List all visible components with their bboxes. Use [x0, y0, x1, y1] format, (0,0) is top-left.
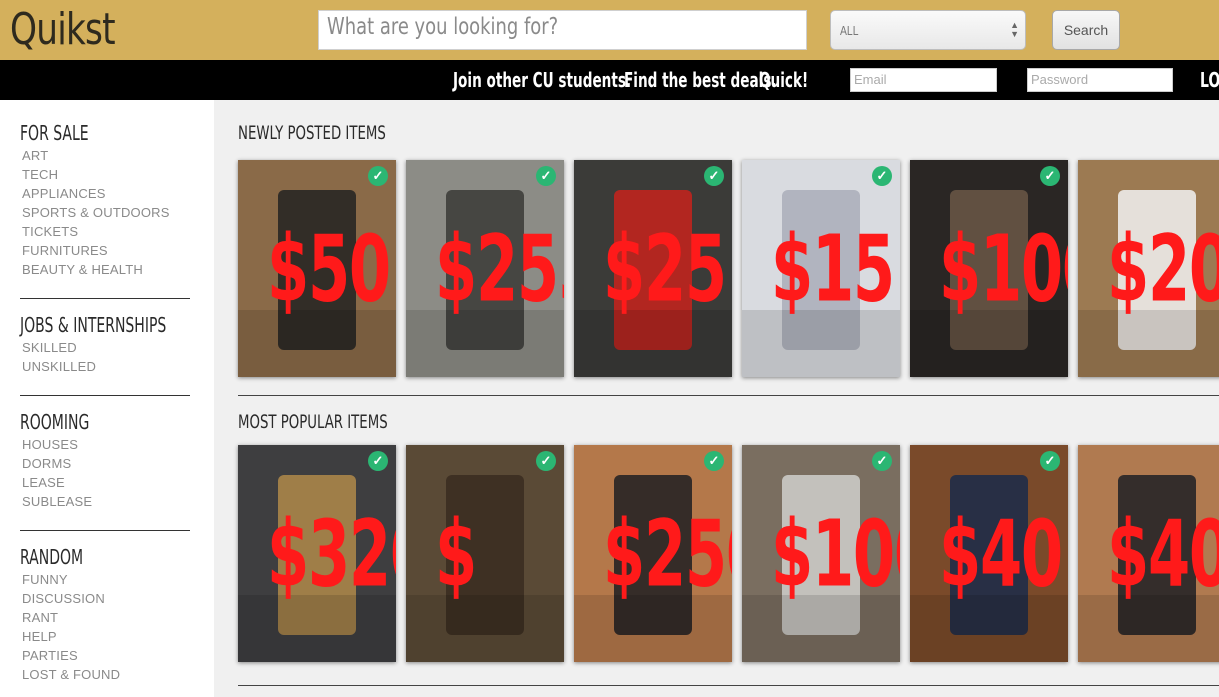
sidebar-group-random: RANDOM FUNNY DISCUSSION RANT HELP PARTIE…: [20, 544, 120, 684]
verified-check-icon: ✓: [704, 166, 724, 186]
item-card[interactable]: $100 ✓: [742, 445, 900, 662]
sidebar-heading[interactable]: RANDOM: [20, 544, 90, 570]
item-price: $40: [939, 500, 1063, 607]
item-card[interactable]: $25 ✓: [574, 160, 732, 377]
sidebar-heading[interactable]: ROOMING: [20, 409, 89, 435]
verified-check-icon: ✓: [1040, 166, 1060, 186]
sidebar-item-funny[interactable]: FUNNY: [22, 570, 120, 589]
item-card[interactable]: $50 ✓: [238, 160, 396, 377]
sidebar-item-tickets[interactable]: TICKETS: [22, 222, 170, 241]
sidebar-item-help[interactable]: HELP: [22, 627, 120, 646]
sidebar-item-rant[interactable]: RANT: [22, 608, 120, 627]
item-price: $: [435, 500, 477, 607]
sidebar-item-beauty-health[interactable]: BEAUTY & HEALTH: [22, 260, 170, 279]
search-button[interactable]: Search: [1052, 10, 1120, 50]
item-price: $40: [1107, 500, 1219, 607]
sidebar-item-discussion[interactable]: DISCUSSION: [22, 589, 120, 608]
item-price: $255: [435, 215, 564, 322]
sidebar-group-for-sale: FOR SALE ART TECH APPLIANCES SPORTS & OU…: [20, 120, 170, 279]
item-card[interactable]: $320 ✓: [238, 445, 396, 662]
sidebar-item-skilled[interactable]: SKILLED: [22, 338, 229, 357]
item-card[interactable]: $ ✓: [406, 445, 564, 662]
sidebar-item-lost-found[interactable]: LOST & FOUND: [22, 665, 120, 684]
tagline-quick: Quick!: [759, 68, 809, 92]
item-card[interactable]: $250 ✓: [574, 445, 732, 662]
site-logo[interactable]: Quikst: [10, 4, 116, 55]
category-select[interactable]: ALL ▲ ▼: [830, 10, 1026, 50]
sidebar-item-houses[interactable]: HOUSES: [22, 435, 119, 454]
top-bar: Join other CU students. Find the best de…: [0, 60, 1219, 100]
item-card[interactable]: $255 ✓: [406, 160, 564, 377]
login-button[interactable]: LOG: [1200, 68, 1219, 92]
sidebar-item-appliances[interactable]: APPLIANCES: [22, 184, 170, 203]
item-price: $20: [1107, 215, 1219, 322]
item-card[interactable]: $40 ✓: [910, 445, 1068, 662]
section-title-newly-posted: NEWLY POSTED ITEMS: [238, 122, 386, 144]
item-price: $15: [771, 215, 895, 322]
sidebar-divider: [20, 298, 190, 299]
sidebar-item-dorms[interactable]: DORMS: [22, 454, 119, 473]
tagline-deals: Find the best deals.: [624, 68, 777, 92]
sidebar-item-furnitures[interactable]: FURNITURES: [22, 241, 170, 260]
item-price: $250: [603, 500, 732, 607]
sidebar-item-unskilled[interactable]: UNSKILLED: [22, 357, 229, 376]
verified-check-icon: ✓: [872, 451, 892, 471]
verified-check-icon: ✓: [368, 451, 388, 471]
item-card[interactable]: $100 ✓: [910, 160, 1068, 377]
section-divider: [238, 395, 1219, 396]
verified-check-icon: ✓: [536, 451, 556, 471]
tagline-join: Join other CU students.: [453, 68, 632, 92]
search-input[interactable]: [318, 10, 807, 50]
sidebar-divider: [20, 395, 190, 396]
sidebar-group-rooming: ROOMING HOUSES DORMS LEASE SUBLEASE: [20, 409, 119, 511]
category-selected-value: ALL: [840, 23, 859, 38]
section-divider: [238, 685, 1219, 686]
verified-check-icon: ✓: [368, 166, 388, 186]
sidebar-item-parties[interactable]: PARTIES: [22, 646, 120, 665]
verified-check-icon: ✓: [704, 451, 724, 471]
item-price: $50: [267, 215, 391, 322]
verified-check-icon: ✓: [872, 166, 892, 186]
sidebar-item-lease[interactable]: LEASE: [22, 473, 119, 492]
sidebar-divider: [20, 530, 190, 531]
sidebar-group-jobs: JOBS & INTERNSHIPS SKILLED UNSKILLED: [20, 312, 229, 376]
item-price: $100: [771, 500, 900, 607]
email-field[interactable]: Email: [850, 68, 997, 92]
item-card[interactable]: $15 ✓: [742, 160, 900, 377]
sidebar-item-sublease[interactable]: SUBLEASE: [22, 492, 119, 511]
item-price: $320: [267, 500, 396, 607]
item-price: $25: [603, 215, 727, 322]
item-card[interactable]: $40: [1078, 445, 1219, 662]
section-title-most-popular: MOST POPULAR ITEMS: [238, 411, 388, 433]
verified-check-icon: ✓: [1040, 451, 1060, 471]
header: Quikst What are you looking for? ALL ▲ ▼ …: [0, 0, 1219, 60]
verified-check-icon: ✓: [536, 166, 556, 186]
sidebar-heading[interactable]: FOR SALE: [20, 120, 125, 146]
sidebar: FOR SALE ART TECH APPLIANCES SPORTS & OU…: [0, 100, 214, 697]
sidebar-item-sports-outdoors[interactable]: SPORTS & OUTDOORS: [22, 203, 170, 222]
sidebar-item-art[interactable]: ART: [22, 146, 170, 165]
item-card[interactable]: $20: [1078, 160, 1219, 377]
sidebar-heading[interactable]: JOBS & INTERNSHIPS: [20, 312, 166, 338]
item-price: $100: [939, 215, 1068, 322]
password-field[interactable]: Password: [1027, 68, 1173, 92]
sidebar-item-tech[interactable]: TECH: [22, 165, 170, 184]
select-arrows-icon: ▲ ▼: [1010, 20, 1019, 39]
